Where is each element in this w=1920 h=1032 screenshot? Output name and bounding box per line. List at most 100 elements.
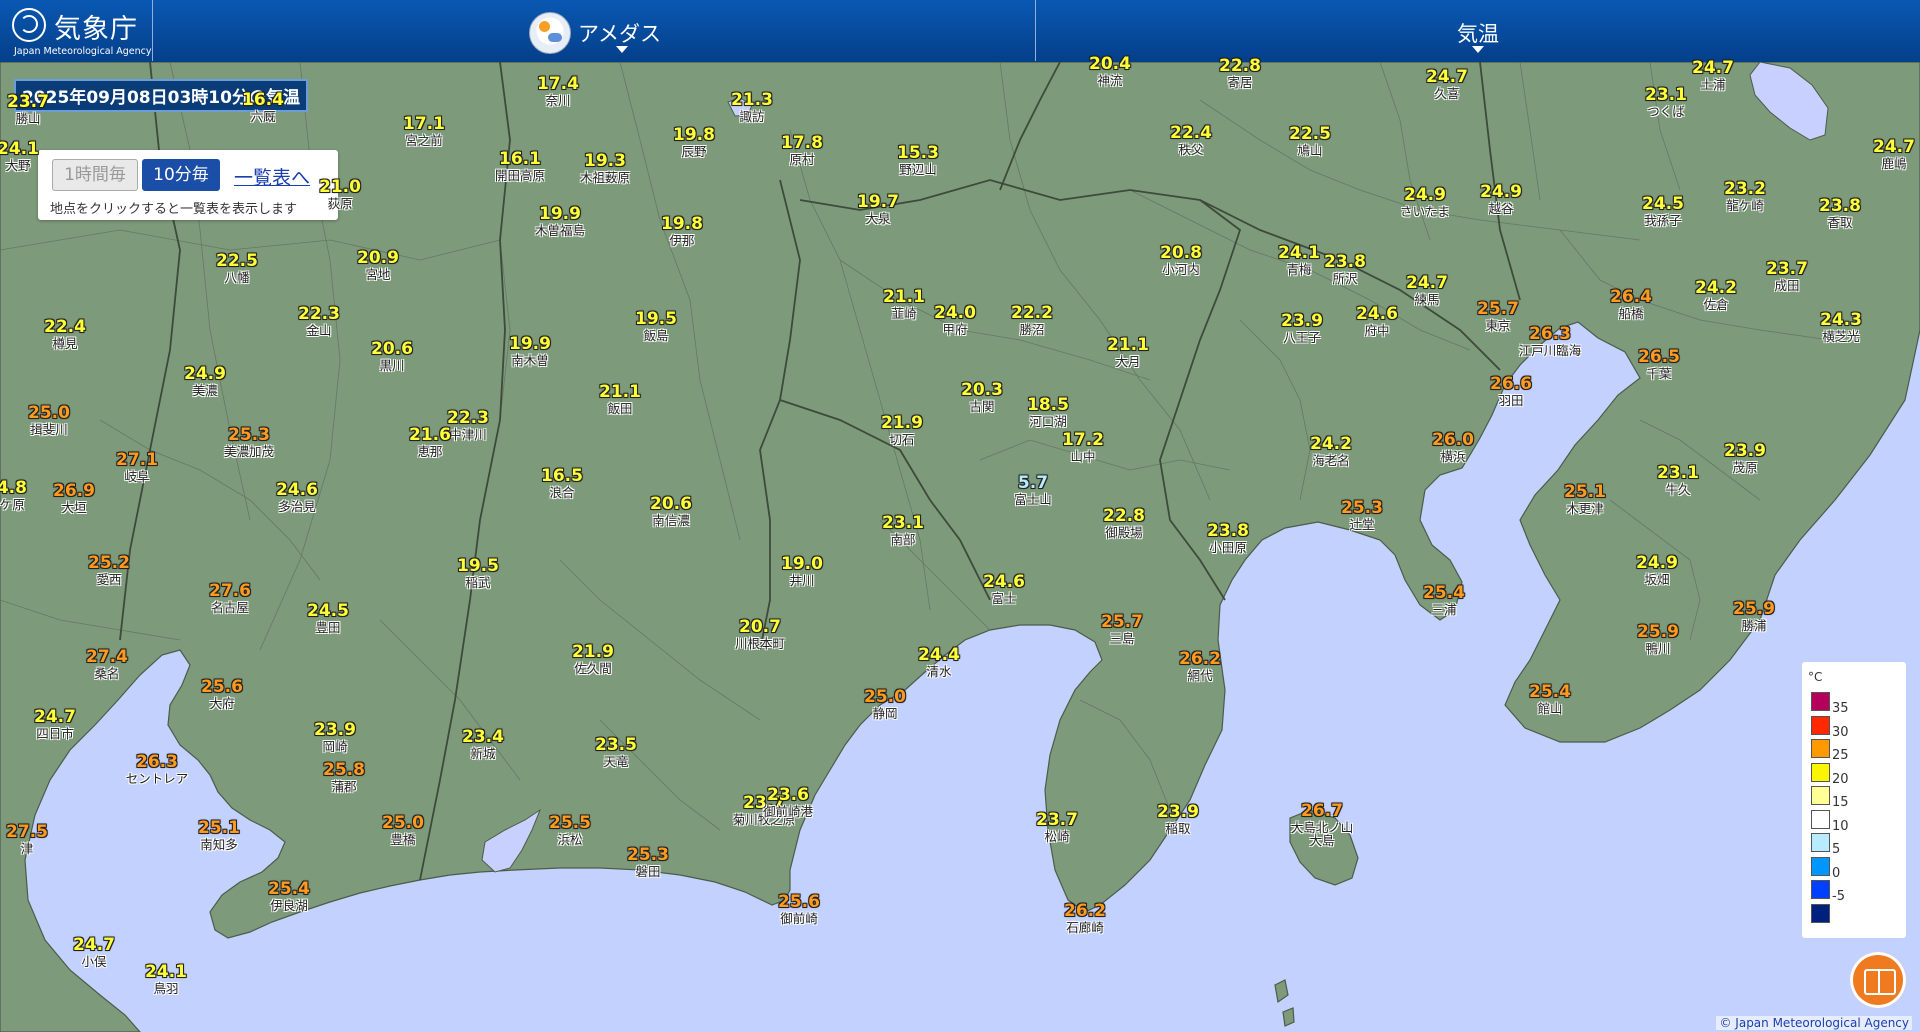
- station-marker[interactable]: 21.1 大月: [1107, 336, 1149, 368]
- jma-logo[interactable]: 気象庁 Japan Meteorological Agency: [0, 0, 153, 61]
- station-marker[interactable]: 24.7 久喜: [1426, 68, 1468, 100]
- station-marker[interactable]: 大島: [1309, 834, 1334, 847]
- station-marker[interactable]: 19.5 稲武: [457, 557, 499, 589]
- station-marker[interactable]: 21.9 切石: [881, 414, 923, 446]
- station-marker[interactable]: 21.1 韮崎: [883, 288, 925, 320]
- station-marker[interactable]: 26.6 羽田: [1490, 375, 1532, 407]
- station-marker[interactable]: 24.8関ケ原: [0, 479, 27, 511]
- station-marker[interactable]: 19.8 辰野: [673, 126, 715, 158]
- station-marker[interactable]: 23.9 茂原: [1724, 442, 1766, 474]
- station-marker[interactable]: 22.5 八幡: [216, 252, 258, 284]
- station-marker[interactable]: 23.1 つくば: [1645, 86, 1687, 118]
- station-marker[interactable]: 27.1 岐阜: [116, 451, 158, 483]
- station-marker[interactable]: 24.9 坂畑: [1636, 554, 1678, 586]
- guide-book-button[interactable]: [1850, 952, 1906, 1008]
- ten-minute-interval-button[interactable]: 10分毎: [142, 159, 220, 191]
- station-marker[interactable]: 23.2 龍ケ崎: [1724, 180, 1766, 212]
- station-marker[interactable]: 25.0 豊橋: [382, 814, 424, 846]
- station-marker[interactable]: 20.3 古関: [961, 381, 1003, 413]
- list-view-link[interactable]: 一覧表へ: [234, 163, 310, 190]
- station-marker[interactable]: 24.5 我孫子: [1642, 195, 1684, 227]
- station-marker[interactable]: 26.2 石廊崎: [1064, 902, 1106, 934]
- station-marker[interactable]: 19.0 井川: [781, 555, 823, 587]
- station-marker[interactable]: 19.9 木曽福島: [535, 205, 585, 237]
- station-marker[interactable]: 20.6 南信濃: [650, 495, 692, 527]
- station-marker[interactable]: 25.6 御前崎: [778, 893, 820, 925]
- station-marker[interactable]: 22.3 金山: [298, 305, 340, 337]
- station-marker[interactable]: 26.3 セントレア: [126, 753, 189, 785]
- station-marker[interactable]: 23.7 勝山: [7, 93, 49, 125]
- station-marker[interactable]: 16.4 六厩: [242, 91, 284, 123]
- station-marker[interactable]: 25.0 静岡: [864, 688, 906, 720]
- station-marker[interactable]: 25.0 揖斐川: [28, 404, 70, 436]
- station-marker[interactable]: 22.4 樽見: [44, 318, 86, 350]
- station-marker[interactable]: 21.9 佐久間: [572, 643, 614, 675]
- station-marker[interactable]: 25.2 愛西: [88, 554, 130, 586]
- station-marker[interactable]: 17.2 山中: [1062, 431, 1104, 463]
- station-marker[interactable]: 23.7 松崎: [1036, 811, 1078, 843]
- station-marker[interactable]: 19.8 伊那: [661, 215, 703, 247]
- station-marker[interactable]: 26.4 船橋: [1610, 288, 1652, 320]
- station-marker[interactable]: 5.7 富士山: [1014, 474, 1052, 506]
- station-marker[interactable]: 24.7 四日市: [34, 708, 76, 740]
- station-marker[interactable]: 18.5 河口湖: [1027, 396, 1069, 428]
- station-marker[interactable]: 26.2 網代: [1179, 650, 1221, 682]
- station-marker[interactable]: 25.3 美濃加茂: [224, 426, 274, 458]
- station-marker[interactable]: 24.9 さいたま: [1400, 186, 1450, 218]
- station-marker[interactable]: 23.5 天竜: [595, 736, 637, 768]
- station-marker[interactable]: 26.7 大島北ノ山: [1291, 802, 1354, 834]
- station-marker[interactable]: 25.6 大府: [201, 678, 243, 710]
- station-marker[interactable]: 20.8 小河内: [1160, 244, 1202, 276]
- station-marker[interactable]: 22.4 秩父: [1170, 124, 1212, 156]
- station-marker[interactable]: 24.6 富士: [983, 573, 1025, 605]
- station-marker[interactable]: 19.5 飯島: [635, 310, 677, 342]
- station-marker[interactable]: 25.1 木更津: [1564, 483, 1606, 515]
- station-marker[interactable]: 23.6 御前崎港: [763, 786, 813, 818]
- station-marker[interactable]: 24.7 練馬: [1406, 274, 1448, 306]
- station-marker[interactable]: 19.3 木祖薮原: [580, 152, 630, 184]
- station-marker[interactable]: 23.4 新城: [462, 728, 504, 760]
- station-marker[interactable]: 22.5 鳩山: [1289, 125, 1331, 157]
- station-marker[interactable]: 27.4 桑名: [86, 648, 128, 680]
- station-marker[interactable]: 24.6 府中: [1356, 305, 1398, 337]
- station-marker[interactable]: 25.8 蒲郡: [323, 761, 365, 793]
- station-marker[interactable]: 24.2 海老名: [1310, 435, 1352, 467]
- station-marker[interactable]: 25.5 浜松: [549, 814, 591, 846]
- station-marker[interactable]: 22.8 寄居: [1219, 57, 1261, 89]
- station-marker[interactable]: 20.9 宮地: [357, 249, 399, 281]
- station-marker[interactable]: 23.9 八王子: [1281, 312, 1323, 344]
- station-marker[interactable]: 25.7 東京: [1477, 300, 1519, 332]
- station-marker[interactable]: 19.7 大泉: [857, 193, 899, 225]
- station-marker[interactable]: 26.3 江戸川臨海: [1519, 325, 1582, 357]
- station-marker[interactable]: 25.4 館山: [1529, 683, 1571, 715]
- station-marker[interactable]: 25.9 勝浦: [1733, 600, 1775, 632]
- station-marker[interactable]: 25.4 三浦: [1423, 584, 1465, 616]
- station-marker[interactable]: 25.3 辻堂: [1341, 499, 1383, 531]
- station-marker[interactable]: 16.1 開田高原: [495, 150, 545, 182]
- station-marker[interactable]: 21.0 荻原: [319, 178, 361, 210]
- station-marker[interactable]: 25.4 伊良湖: [268, 880, 310, 912]
- station-marker[interactable]: 24.7 小俣: [73, 936, 115, 968]
- station-marker[interactable]: 24.6 多治見: [276, 481, 318, 513]
- station-marker[interactable]: 23.9 岡崎: [314, 721, 356, 753]
- station-marker[interactable]: 24.1 青梅: [1278, 244, 1320, 276]
- station-marker[interactable]: 24.0 甲府: [934, 304, 976, 336]
- station-marker[interactable]: 24.4 清水: [918, 646, 960, 678]
- station-marker[interactable]: 27.5 津: [6, 823, 48, 855]
- station-marker[interactable]: 16.5 浪合: [541, 467, 583, 499]
- station-marker[interactable]: 22.2 勝沼: [1011, 304, 1053, 336]
- station-marker[interactable]: 17.1 宮之前: [403, 115, 445, 147]
- station-marker[interactable]: 26.5 千葉: [1638, 348, 1680, 380]
- station-marker[interactable]: 15.3 野辺山: [897, 144, 939, 176]
- station-marker[interactable]: 17.8 原村: [781, 134, 823, 166]
- station-marker[interactable]: 24.5 豊田: [307, 602, 349, 634]
- station-marker[interactable]: 20.4 神流: [1089, 55, 1131, 87]
- station-marker[interactable]: 23.8 所沢: [1324, 253, 1366, 285]
- station-marker[interactable]: 19.9 南木曽: [509, 335, 551, 367]
- station-marker[interactable]: 25.1 南知多: [198, 819, 240, 851]
- station-marker[interactable]: 24.7 土浦: [1692, 59, 1734, 91]
- station-marker[interactable]: 21.6 恵那: [409, 426, 451, 458]
- station-marker[interactable]: 20.7 川根本町: [735, 618, 785, 650]
- station-marker[interactable]: 20.6 黒川: [371, 340, 413, 372]
- station-marker[interactable]: 23.8 小田原: [1207, 522, 1249, 554]
